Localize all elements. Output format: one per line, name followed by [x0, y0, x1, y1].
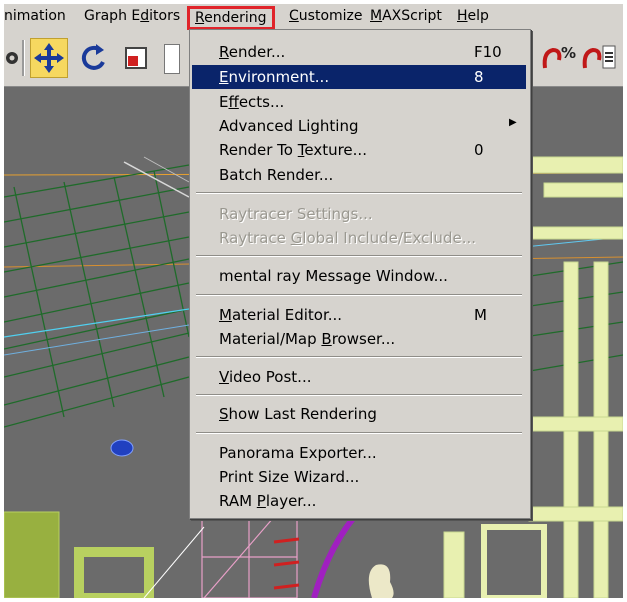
menu-separator [196, 192, 522, 194]
menu-item-batch-render[interactable]: Batch Render... [192, 163, 526, 187]
shortcut-label: 8 [474, 68, 484, 86]
menu-item-label: Raytrace Global Include/Exclude... [219, 229, 476, 247]
rotate-icon[interactable] [78, 42, 110, 74]
menu-item-render-to-texture[interactable]: Render To Texture... 0 [192, 138, 526, 162]
menu-accelerator: M [370, 8, 383, 24]
menu-help[interactable]: Help [457, 8, 489, 24]
menu-label: nimation [4, 8, 66, 24]
menu-maxscript[interactable]: MAXScript [370, 8, 442, 24]
menu-label-part: AXScript [382, 8, 442, 24]
menu-accelerator: R [195, 10, 205, 26]
app-window: nimation Graph Editors Rendering Customi… [4, 4, 623, 598]
select-move-icon [34, 43, 64, 73]
menu-item-material-map-browser[interactable]: Material/Map Browser... [192, 327, 526, 351]
menu-item-mental-ray-message[interactable]: mental ray Message Window... [192, 264, 526, 288]
spinner-snap-icon[interactable] [581, 42, 621, 74]
select-move-button[interactable] [30, 38, 68, 78]
menu-item-label: Print Size Wizard... [219, 468, 360, 486]
menu-graph-editors[interactable]: Graph Editors [84, 8, 180, 24]
reference-coord-dropdown[interactable] [164, 44, 180, 74]
menu-item-print-size-wizard[interactable]: Print Size Wizard... [192, 465, 526, 489]
menu-item-label: Advanced Lighting [219, 117, 359, 135]
menu-accelerator: H [457, 8, 468, 24]
menu-separator [196, 294, 522, 296]
menu-item-label: Effects... [219, 93, 285, 111]
rendering-dropdown-menu: Render... F10 Environment... 8 Effects..… [189, 29, 531, 519]
menu-label-part: ustomize [298, 8, 363, 24]
menu-item-raytracer-settings: Raytracer Settings... [192, 202, 526, 226]
menu-separator [196, 432, 522, 434]
menu-item-ram-player[interactable]: RAM Player... [192, 489, 526, 513]
menu-label-part: itors [149, 8, 181, 24]
menu-accelerator: C [289, 8, 299, 24]
menu-label-part: elp [467, 8, 489, 24]
menu-item-label: mental ray Message Window... [219, 267, 448, 285]
svg-text:%: % [561, 44, 576, 62]
menu-separator [196, 394, 522, 396]
toolbar-separator [22, 40, 25, 76]
menu-label-part: endering [204, 10, 267, 26]
menu-accelerator: d [140, 8, 150, 24]
menu-item-label: Render To Texture... [219, 141, 367, 159]
menu-item-raytrace-global: Raytrace Global Include/Exclude... [192, 226, 526, 250]
percent-snap-icon[interactable]: % [539, 42, 579, 74]
menu-label-part: Graph E [84, 8, 141, 24]
menu-animation[interactable]: nimation [4, 8, 66, 24]
menu-item-label: Render... [219, 43, 286, 61]
menu-item-material-editor[interactable]: Material Editor... M [192, 303, 526, 327]
shortcut-label: 0 [474, 141, 484, 159]
menu-item-label: Material Editor... [219, 306, 343, 324]
menu-separator [196, 255, 522, 257]
select-link-icon[interactable] [4, 42, 30, 74]
menubar: nimation Graph Editors Rendering Customi… [4, 4, 623, 30]
menu-item-show-last-rendering[interactable]: Show Last Rendering [192, 402, 526, 426]
menu-item-label: Batch Render... [219, 166, 334, 184]
menu-item-label: Panorama Exporter... [219, 444, 377, 462]
menu-item-panorama-exporter[interactable]: Panorama Exporter... [192, 441, 526, 465]
menu-item-advanced-lighting[interactable]: Advanced Lighting ▶ [192, 114, 526, 138]
shortcut-label: M [474, 306, 487, 324]
menu-item-label: Video Post... [219, 368, 312, 386]
menu-item-environment[interactable]: Environment... 8 [192, 65, 526, 89]
menu-rendering[interactable]: Rendering [187, 6, 275, 30]
menu-customize[interactable]: Customize [289, 8, 363, 24]
menu-item-label: Show Last Rendering [219, 405, 377, 423]
menu-item-label: RAM Player... [219, 492, 317, 510]
menu-item-label: Environment... [219, 68, 330, 86]
scale-icon[interactable] [122, 42, 154, 74]
menu-item-effects[interactable]: Effects... [192, 90, 526, 114]
menu-item-video-post[interactable]: Video Post... [192, 365, 526, 389]
menu-item-label: Raytracer Settings... [219, 205, 373, 223]
menu-item-render[interactable]: Render... F10 [192, 40, 526, 64]
submenu-arrow-icon: ▶ [509, 117, 517, 128]
shortcut-label: F10 [474, 43, 502, 61]
menu-separator [196, 356, 522, 358]
menu-item-label: Material/Map Browser... [219, 330, 396, 348]
